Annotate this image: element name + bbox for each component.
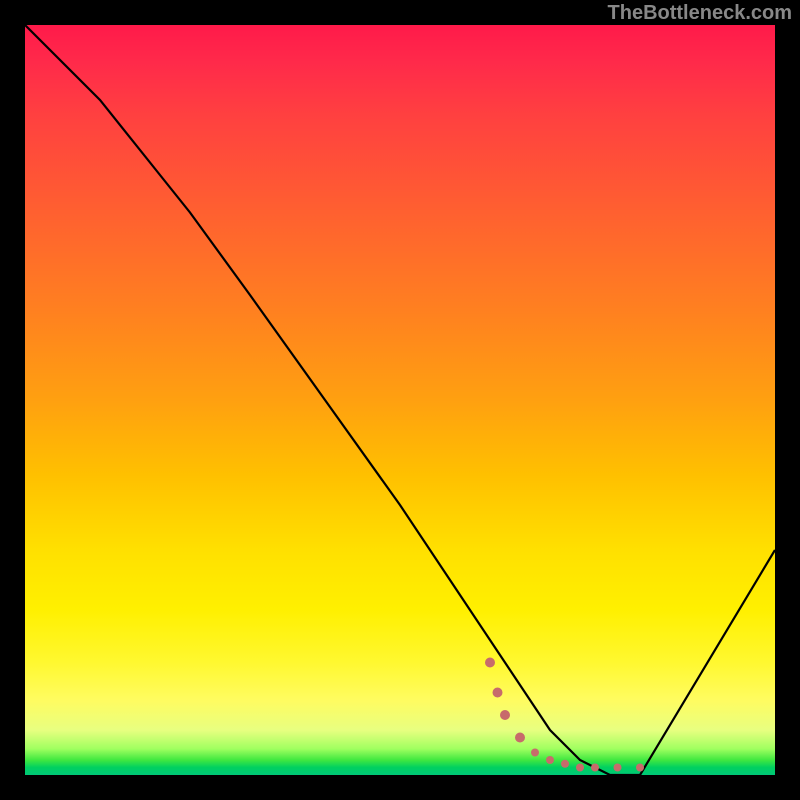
marker-dot	[636, 764, 644, 772]
marker-dot	[485, 658, 495, 668]
marker-dot	[546, 756, 554, 764]
bottleneck-curve	[25, 25, 775, 775]
marker-dot	[591, 764, 599, 772]
watermark-text: TheBottleneck.com	[608, 2, 792, 25]
plot-area	[25, 25, 775, 775]
marker-dot	[561, 760, 569, 768]
marker-dot	[500, 710, 510, 720]
marker-dot	[576, 764, 584, 772]
marker-dot	[614, 764, 622, 772]
marker-dot	[493, 688, 503, 698]
marker-dots-group	[485, 658, 644, 772]
chart-svg	[25, 25, 775, 775]
marker-dot	[531, 749, 539, 757]
marker-dot	[515, 733, 525, 743]
